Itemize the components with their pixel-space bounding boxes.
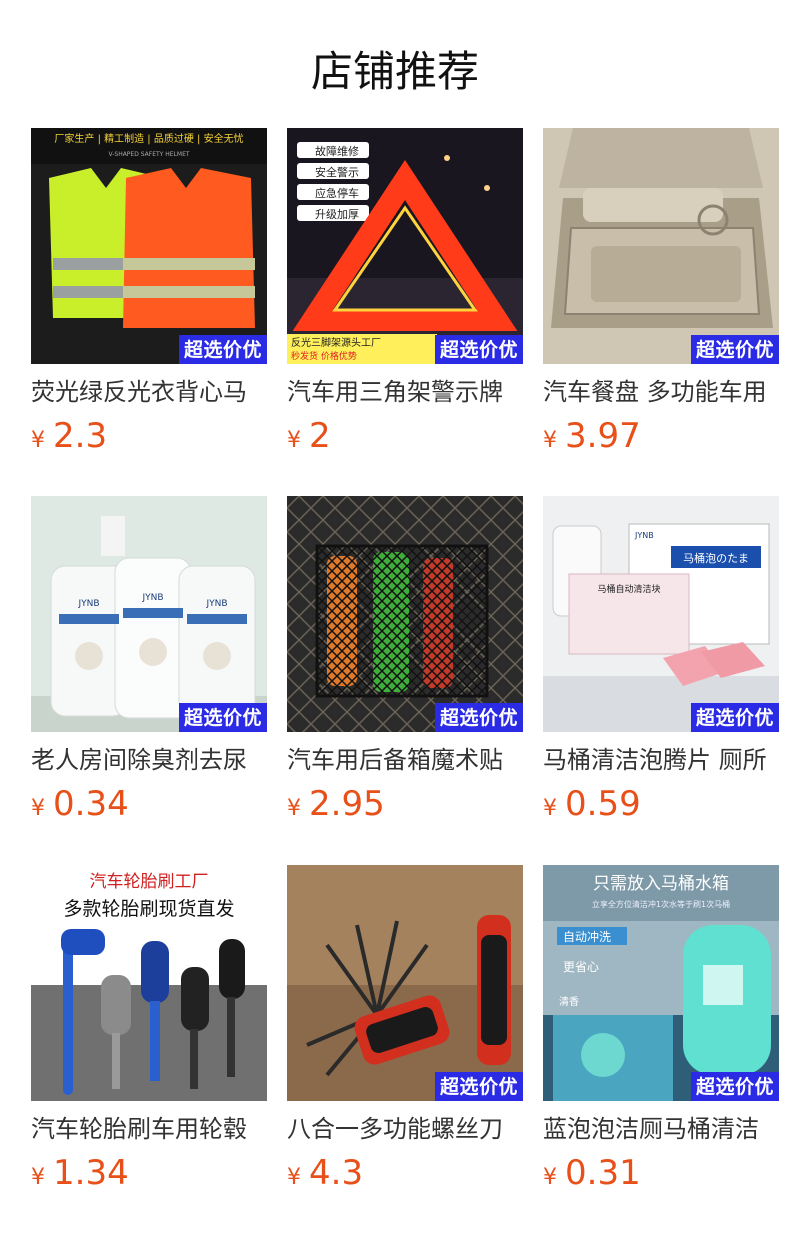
- trunk-net-image: 超选价优: [287, 496, 523, 732]
- product-name: 八合一多功能螺丝刀: [287, 1115, 503, 1143]
- screwdriver-image: 超选价优: [287, 865, 523, 1101]
- product-name: 荧光绿反光衣背心马: [31, 378, 247, 406]
- currency-symbol: ¥: [543, 796, 557, 821]
- image-caption: JYNB: [77, 599, 99, 609]
- price-value: 0.59: [565, 784, 641, 824]
- image-caption: V-SHAPED SAFETY HELMET: [108, 151, 189, 158]
- image-caption: 汽车轮胎刷工厂: [90, 872, 209, 892]
- product-price: ¥3.97: [543, 416, 641, 460]
- price-value: 0.34: [53, 784, 129, 824]
- price-value: 2: [309, 416, 331, 456]
- image-caption: 只需放入马桶水箱: [593, 874, 729, 894]
- image-caption: 更省心: [563, 960, 599, 974]
- product-price: ¥2.3: [31, 416, 107, 460]
- image-caption: 故障维修: [315, 144, 359, 158]
- product-name: 汽车餐盘 多功能车用: [543, 378, 767, 406]
- product-card[interactable]: 超选价优 汽车餐盘 多功能车用 ¥3.97: [543, 128, 779, 458]
- product-name: 马桶清洁泡腾片 厕所: [543, 746, 767, 774]
- price-badge: 超选价优: [178, 703, 267, 732]
- currency-symbol: ¥: [31, 796, 45, 821]
- currency-symbol: ¥: [543, 428, 557, 453]
- image-caption: JYNB: [205, 599, 227, 609]
- image-caption: 自动冲洗: [563, 929, 611, 944]
- price-badge: 超选价优: [434, 703, 523, 732]
- image-caption: 秒发货 价格优势: [291, 350, 357, 362]
- tire-brush-image: 汽车轮胎刷工厂 多款轮胎刷现货直发: [31, 865, 267, 1101]
- image-caption: 多款轮胎刷现货直发: [63, 898, 234, 920]
- image-caption: 马桶自动清洁块: [597, 583, 660, 595]
- product-price: ¥0.31: [543, 1153, 641, 1197]
- currency-symbol: ¥: [287, 428, 301, 453]
- car-tray-image: 超选价优: [543, 128, 779, 364]
- toilet-tablet-image: JYNB 马桶泡のたま 马桶自动清洁块 超选价优: [543, 496, 779, 732]
- image-caption: 清香: [559, 995, 579, 1008]
- product-card[interactable]: 超选价优 八合一多功能螺丝刀 ¥4.3: [287, 865, 523, 1195]
- price-value: 2.95: [309, 784, 385, 824]
- price-value: 3.97: [565, 416, 641, 456]
- price-value: 0.31: [565, 1153, 641, 1193]
- price-value: 2.3: [53, 416, 108, 456]
- price-badge: 超选价优: [434, 1072, 523, 1101]
- blue-bubble-cleaner-image: 只需放入马桶水箱 立享全方位清洁冲1次水等于刷1次马桶 自动冲洗 更省心 清香 …: [543, 865, 779, 1101]
- product-card[interactable]: JYNB JYNB JYNB 超选价优 老人房间除臭剂去尿 ¥0.34: [31, 496, 267, 826]
- product-price: ¥1.34: [31, 1153, 129, 1197]
- currency-symbol: ¥: [543, 1165, 557, 1190]
- product-card[interactable]: 超选价优 汽车用后备箱魔术贴 ¥2.95: [287, 496, 523, 826]
- product-card[interactable]: JYNB 马桶泡のたま 马桶自动清洁块 超选价优 马桶清洁泡腾片 厕所 ¥0.5…: [543, 496, 779, 826]
- image-caption: 安全警示: [315, 165, 359, 179]
- image-caption: 升级加厚: [315, 208, 359, 221]
- image-caption: 应急停车: [315, 186, 359, 200]
- product-card[interactable]: 故障维修 安全警示 应急停车 升级加厚 反光三脚架源头工厂 秒发货 价格优势 超…: [287, 128, 523, 458]
- price-badge: 超选价优: [690, 703, 779, 732]
- price-badge: 超选价优: [434, 335, 523, 364]
- product-name: 蓝泡泡洁厕马桶清洁: [543, 1115, 759, 1143]
- price-value: 1.34: [53, 1153, 129, 1193]
- currency-symbol: ¥: [287, 1165, 301, 1190]
- product-price: ¥2.95: [287, 784, 385, 828]
- image-caption: JYNB: [141, 593, 163, 603]
- product-card[interactable]: 厂家生产 | 精工制造 | 品质过硬 | 安全无忧 V-SHAPED SAFET…: [31, 128, 267, 458]
- price-badge: 超选价优: [690, 1072, 779, 1101]
- image-caption: 立享全方位清洁冲1次水等于刷1次马桶: [592, 899, 730, 909]
- product-price: ¥2: [287, 416, 331, 460]
- product-name: 汽车用后备箱魔术贴: [287, 746, 503, 774]
- price-badge: 超选价优: [178, 335, 267, 364]
- product-name: 汽车用三角架警示牌: [287, 378, 503, 406]
- product-name: 老人房间除臭剂去尿: [31, 746, 247, 774]
- image-caption: 反光三脚架源头工厂: [291, 336, 381, 349]
- safety-vest-image: 厂家生产 | 精工制造 | 品质过硬 | 安全无忧 V-SHAPED SAFET…: [31, 128, 267, 364]
- image-caption: 马桶泡のたま: [683, 551, 749, 565]
- product-card[interactable]: 汽车轮胎刷工厂 多款轮胎刷现货直发 汽车轮胎刷车用轮毂 ¥1.34: [31, 865, 267, 1195]
- image-caption: JYNB: [634, 531, 654, 540]
- warning-triangle-image: 故障维修 安全警示 应急停车 升级加厚 反光三脚架源头工厂 秒发货 价格优势 超…: [287, 128, 523, 364]
- product-card[interactable]: 只需放入马桶水箱 立享全方位清洁冲1次水等于刷1次马桶 自动冲洗 更省心 清香 …: [543, 865, 779, 1195]
- currency-symbol: ¥: [31, 428, 45, 453]
- page-title: 店铺推荐: [310, 47, 479, 96]
- currency-symbol: ¥: [31, 1165, 45, 1190]
- deodorant-bottles-image: JYNB JYNB JYNB 超选价优: [31, 496, 267, 732]
- product-price: ¥4.3: [287, 1153, 363, 1197]
- price-badge: 超选价优: [690, 335, 779, 364]
- product-price: ¥0.59: [543, 784, 641, 828]
- product-price: ¥0.34: [31, 784, 129, 828]
- product-name: 汽车轮胎刷车用轮毂: [31, 1115, 247, 1143]
- image-caption: 厂家生产 | 精工制造 | 品质过硬 | 安全无忧: [54, 132, 243, 145]
- currency-symbol: ¥: [287, 796, 301, 821]
- price-value: 4.3: [309, 1153, 364, 1193]
